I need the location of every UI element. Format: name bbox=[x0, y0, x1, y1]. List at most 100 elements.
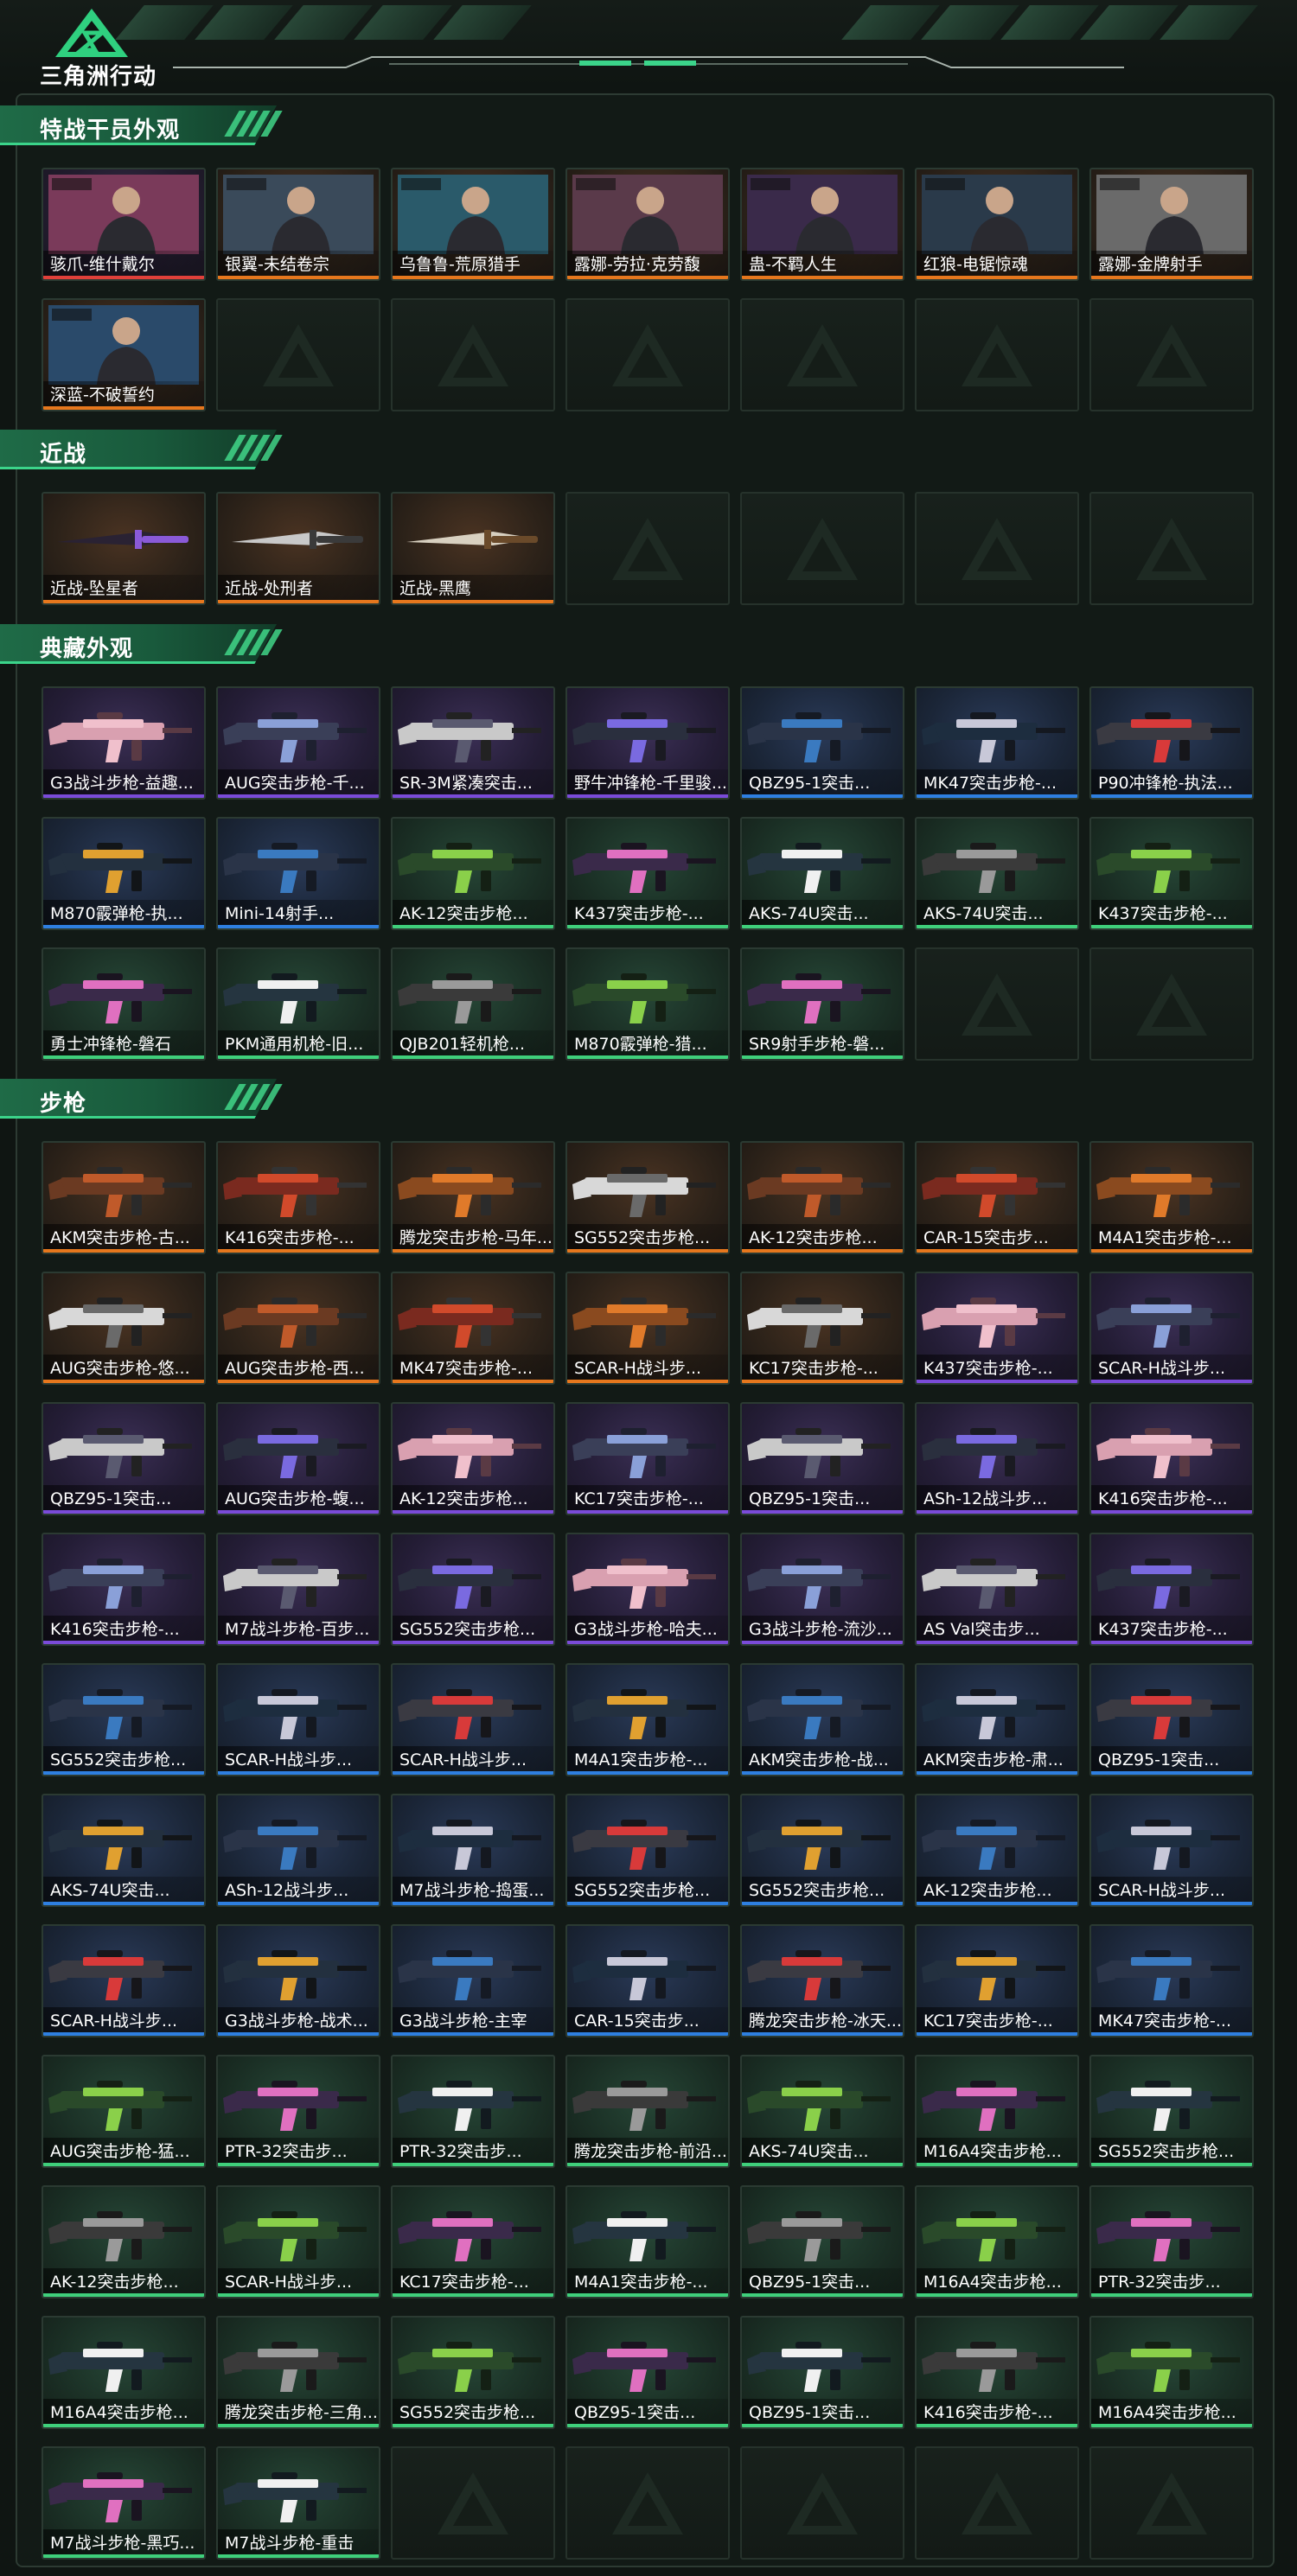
item-card[interactable]: M4A1突击步枪-... bbox=[1089, 1141, 1254, 1254]
item-card[interactable]: M870霰弹枪-执... bbox=[42, 817, 206, 930]
item-card[interactable]: AUG突击步枪-猛... bbox=[42, 2055, 206, 2168]
item-card[interactable]: QJB201轻机枪... bbox=[391, 947, 555, 1061]
item-card[interactable]: CAR-15突击步... bbox=[565, 1924, 730, 2037]
item-card[interactable]: MK47突击步枪-... bbox=[915, 686, 1079, 800]
item-card[interactable]: M16A4突击步枪... bbox=[1089, 2316, 1254, 2429]
item-card[interactable]: K437突击步枪-... bbox=[1089, 817, 1254, 930]
item-card[interactable]: AUG突击步枪-西... bbox=[216, 1272, 380, 1385]
item-card[interactable]: PTR-32突击步... bbox=[1089, 2185, 1254, 2299]
item-card[interactable]: G3战斗步枪-哈夫... bbox=[565, 1533, 730, 1646]
item-card[interactable]: SG552突击步枪... bbox=[391, 2316, 555, 2429]
item-card[interactable]: M7战斗步枪-黑巧... bbox=[42, 2446, 206, 2560]
item-card[interactable]: SCAR-H战斗步... bbox=[391, 1663, 555, 1776]
item-card[interactable]: M870霰弹枪-猎... bbox=[565, 947, 730, 1061]
item-card[interactable]: M16A4突击步枪... bbox=[915, 2055, 1079, 2168]
item-card[interactable]: P90冲锋枪-执法... bbox=[1089, 686, 1254, 800]
item-card[interactable]: 腾龙突击步枪-三角... bbox=[216, 2316, 380, 2429]
item-card[interactable]: ASh-12战斗步... bbox=[216, 1794, 380, 1907]
item-card[interactable]: AK-12突击步枪... bbox=[391, 1402, 555, 1515]
item-card[interactable]: PTR-32突击步... bbox=[391, 2055, 555, 2168]
item-card[interactable]: MK47突击步枪-... bbox=[1089, 1924, 1254, 2037]
item-card[interactable]: SG552突击步枪... bbox=[391, 1533, 555, 1646]
item-card[interactable]: QBZ95-1突击... bbox=[740, 686, 904, 800]
item-card[interactable]: M7战斗步枪-重击 bbox=[216, 2446, 380, 2560]
item-card[interactable]: 深蓝-不破誓约 bbox=[42, 298, 206, 411]
item-card[interactable]: AS Val突击步... bbox=[915, 1533, 1079, 1646]
item-card[interactable]: G3战斗步枪-流沙... bbox=[740, 1533, 904, 1646]
item-card[interactable]: KC17突击步枪-... bbox=[391, 2185, 555, 2299]
item-card[interactable]: 露娜-劳拉·克劳馥 bbox=[565, 168, 730, 281]
item-card[interactable]: KC17突击步枪-... bbox=[915, 1924, 1079, 2037]
item-card[interactable]: M4A1突击步枪-... bbox=[565, 1663, 730, 1776]
item-card[interactable]: 乌鲁鲁-荒原猎手 bbox=[391, 168, 555, 281]
item-card[interactable]: M16A4突击步枪... bbox=[42, 2316, 206, 2429]
item-card[interactable]: 蛊-不羁人生 bbox=[740, 168, 904, 281]
item-card[interactable]: AK-12突击步枪... bbox=[915, 1794, 1079, 1907]
item-card[interactable]: SG552突击步枪... bbox=[565, 1141, 730, 1254]
item-card[interactable]: QBZ95-1突击... bbox=[565, 2316, 730, 2429]
item-card[interactable]: SCAR-H战斗步... bbox=[1089, 1794, 1254, 1907]
item-card[interactable]: QBZ95-1突击... bbox=[740, 1402, 904, 1515]
item-card[interactable]: M7战斗步枪-捣蛋... bbox=[391, 1794, 555, 1907]
item-card[interactable]: 骇爪-维什戴尔 bbox=[42, 168, 206, 281]
item-card[interactable]: PTR-32突击步... bbox=[216, 2055, 380, 2168]
item-card[interactable]: 露娜-金牌射手 bbox=[1089, 168, 1254, 281]
item-card[interactable]: AUG突击步枪-千... bbox=[216, 686, 380, 800]
item-card[interactable]: AKM突击步枪-战... bbox=[740, 1663, 904, 1776]
item-card[interactable]: K416突击步枪-... bbox=[216, 1141, 380, 1254]
item-card[interactable]: 近战-处刑者 bbox=[216, 492, 380, 605]
item-card[interactable]: G3战斗步枪-战术... bbox=[216, 1924, 380, 2037]
item-card[interactable]: 近战-黑鹰 bbox=[391, 492, 555, 605]
item-card[interactable]: G3战斗步枪-主宰 bbox=[391, 1924, 555, 2037]
item-card[interactable]: K437突击步枪-... bbox=[915, 1272, 1079, 1385]
item-card[interactable]: SCAR-H战斗步... bbox=[1089, 1272, 1254, 1385]
item-card[interactable]: 红狼-电锯惊魂 bbox=[915, 168, 1079, 281]
item-card[interactable]: AKM突击步枪-肃... bbox=[915, 1663, 1079, 1776]
item-card[interactable]: 腾龙突击步枪-冰天... bbox=[740, 1924, 904, 2037]
item-card[interactable]: AKM突击步枪-古... bbox=[42, 1141, 206, 1254]
item-card[interactable]: 腾龙突击步枪-马年... bbox=[391, 1141, 555, 1254]
item-card[interactable]: AKS-74U突击... bbox=[42, 1794, 206, 1907]
item-card[interactable]: 勇士冲锋枪-磐石 bbox=[42, 947, 206, 1061]
item-card[interactable]: AKS-74U突击... bbox=[915, 817, 1079, 930]
item-card[interactable]: SR-3M紧凑突击... bbox=[391, 686, 555, 800]
item-card[interactable]: AKS-74U突击... bbox=[740, 817, 904, 930]
item-card[interactable]: AK-12突击步枪... bbox=[740, 1141, 904, 1254]
item-card[interactable]: M4A1突击步枪-... bbox=[565, 2185, 730, 2299]
item-card[interactable]: QBZ95-1突击... bbox=[740, 2185, 904, 2299]
item-card[interactable]: 银翼-未结卷宗 bbox=[216, 168, 380, 281]
item-card[interactable]: SG552突击步枪... bbox=[42, 1663, 206, 1776]
item-card[interactable]: SG552突击步枪... bbox=[740, 1794, 904, 1907]
item-card[interactable]: 近战-坠星者 bbox=[42, 492, 206, 605]
item-card[interactable]: KC17突击步枪-... bbox=[565, 1402, 730, 1515]
item-card[interactable]: AUG突击步枪-蝮... bbox=[216, 1402, 380, 1515]
item-card[interactable]: K416突击步枪-... bbox=[1089, 1402, 1254, 1515]
item-card[interactable]: AKS-74U突击... bbox=[740, 2055, 904, 2168]
item-card[interactable]: PKM通用机枪-旧... bbox=[216, 947, 380, 1061]
item-card[interactable]: M16A4突击步枪... bbox=[915, 2185, 1079, 2299]
item-card[interactable]: K437突击步枪-... bbox=[565, 817, 730, 930]
item-card[interactable]: AUG突击步枪-悠... bbox=[42, 1272, 206, 1385]
item-card[interactable]: SCAR-H战斗步... bbox=[216, 2185, 380, 2299]
item-card[interactable]: ASh-12战斗步... bbox=[915, 1402, 1079, 1515]
item-card[interactable]: QBZ95-1突击... bbox=[42, 1402, 206, 1515]
item-card[interactable]: SR9射手步枪-磐... bbox=[740, 947, 904, 1061]
item-card[interactable]: 野牛冲锋枪-千里骏... bbox=[565, 686, 730, 800]
item-card[interactable]: SCAR-H战斗步... bbox=[42, 1924, 206, 2037]
item-card[interactable]: M7战斗步枪-百步... bbox=[216, 1533, 380, 1646]
item-card[interactable]: QBZ95-1突击... bbox=[740, 2316, 904, 2429]
item-card[interactable]: AK-12突击步枪... bbox=[42, 2185, 206, 2299]
item-card[interactable]: G3战斗步枪-益趣... bbox=[42, 686, 206, 800]
item-card[interactable]: K437突击步枪-... bbox=[1089, 1533, 1254, 1646]
item-card[interactable]: K416突击步枪-... bbox=[915, 2316, 1079, 2429]
item-card[interactable]: SCAR-H战斗步... bbox=[216, 1663, 380, 1776]
item-card[interactable]: SG552突击步枪... bbox=[565, 1794, 730, 1907]
item-card[interactable]: SG552突击步枪... bbox=[1089, 2055, 1254, 2168]
item-card[interactable]: QBZ95-1突击... bbox=[1089, 1663, 1254, 1776]
item-card[interactable]: 腾龙突击步枪-前沿... bbox=[565, 2055, 730, 2168]
item-card[interactable]: K416突击步枪-... bbox=[42, 1533, 206, 1646]
item-card[interactable]: KC17突击步枪-... bbox=[740, 1272, 904, 1385]
item-card[interactable]: CAR-15突击步... bbox=[915, 1141, 1079, 1254]
item-card[interactable]: AK-12突击步枪... bbox=[391, 817, 555, 930]
item-card[interactable]: SCAR-H战斗步... bbox=[565, 1272, 730, 1385]
